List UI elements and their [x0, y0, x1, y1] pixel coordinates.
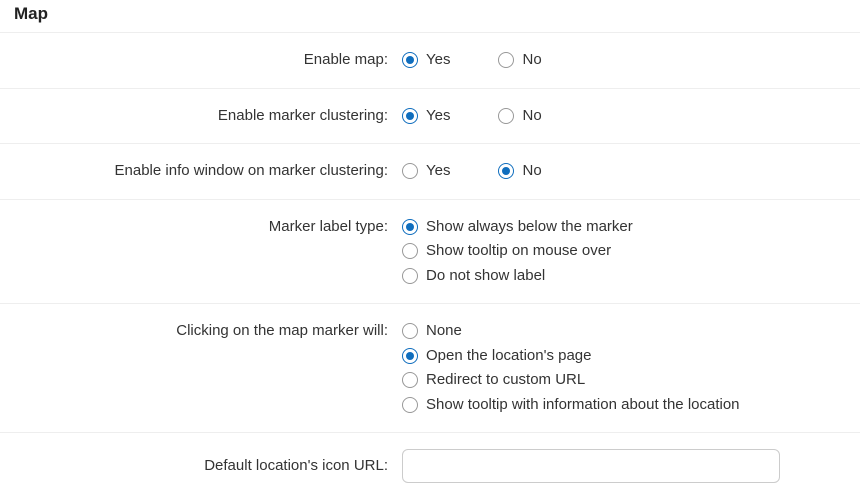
radio-label: No	[522, 49, 541, 72]
default-icon-url-input[interactable]	[402, 449, 780, 483]
enable-info-window-yes[interactable]: Yes	[402, 160, 450, 183]
enable-marker-clustering-label: Enable marker clustering:	[14, 105, 402, 124]
radio-label: Show tooltip with information about the …	[426, 394, 740, 417]
radio-icon	[402, 219, 418, 235]
default-icon-url-controls	[402, 449, 846, 483]
radio-icon	[402, 243, 418, 259]
row-marker-label-type: Marker label type: Show always below the…	[0, 200, 860, 305]
radio-label: Redirect to custom URL	[426, 369, 585, 392]
marker-label-type-none[interactable]: Do not show label	[402, 265, 846, 288]
radio-label: Do not show label	[426, 265, 545, 288]
radio-icon	[402, 163, 418, 179]
enable-marker-clustering-no[interactable]: No	[498, 105, 541, 128]
marker-click-controls: None Open the location's page Redirect t…	[402, 320, 846, 416]
radio-icon	[402, 397, 418, 413]
marker-click-none[interactable]: None	[402, 320, 846, 343]
enable-info-window-label: Enable info window on marker clustering:	[14, 160, 402, 179]
row-enable-info-window: Enable info window on marker clustering:…	[0, 144, 860, 200]
radio-icon	[402, 348, 418, 364]
radio-label: No	[522, 160, 541, 183]
enable-marker-clustering-yes[interactable]: Yes	[402, 105, 450, 128]
enable-map-no[interactable]: No	[498, 49, 541, 72]
radio-label: None	[426, 320, 462, 343]
section-title: Map	[0, 0, 860, 33]
radio-icon	[402, 268, 418, 284]
marker-click-tooltip[interactable]: Show tooltip with information about the …	[402, 394, 846, 417]
radio-icon	[402, 108, 418, 124]
row-enable-marker-clustering: Enable marker clustering: Yes No	[0, 89, 860, 145]
marker-label-type-controls: Show always below the marker Show toolti…	[402, 216, 846, 288]
radio-label: Show always below the marker	[426, 216, 633, 239]
marker-label-type-label: Marker label type:	[14, 216, 402, 235]
enable-map-label: Enable map:	[14, 49, 402, 68]
marker-click-label: Clicking on the map marker will:	[14, 320, 402, 339]
radio-icon	[498, 163, 514, 179]
radio-label: No	[522, 105, 541, 128]
marker-label-type-tooltip[interactable]: Show tooltip on mouse over	[402, 240, 846, 263]
row-marker-click: Clicking on the map marker will: None Op…	[0, 304, 860, 433]
enable-marker-clustering-controls: Yes No	[402, 105, 846, 128]
enable-map-controls: Yes No	[402, 49, 846, 72]
marker-click-custom-url[interactable]: Redirect to custom URL	[402, 369, 846, 392]
radio-label: Yes	[426, 105, 450, 128]
radio-label: Yes	[426, 49, 450, 72]
row-enable-map: Enable map: Yes No	[0, 33, 860, 89]
marker-click-open-page[interactable]: Open the location's page	[402, 345, 846, 368]
enable-info-window-controls: Yes No	[402, 160, 846, 183]
radio-icon	[402, 323, 418, 339]
radio-icon	[402, 372, 418, 388]
row-default-icon-url: Default location's icon URL:	[0, 433, 860, 499]
radio-label: Yes	[426, 160, 450, 183]
radio-icon	[402, 52, 418, 68]
radio-icon	[498, 108, 514, 124]
marker-label-type-show-always[interactable]: Show always below the marker	[402, 216, 846, 239]
enable-info-window-no[interactable]: No	[498, 160, 541, 183]
radio-icon	[498, 52, 514, 68]
radio-label: Show tooltip on mouse over	[426, 240, 611, 263]
enable-map-yes[interactable]: Yes	[402, 49, 450, 72]
radio-label: Open the location's page	[426, 345, 591, 368]
default-icon-url-label: Default location's icon URL:	[14, 449, 402, 474]
